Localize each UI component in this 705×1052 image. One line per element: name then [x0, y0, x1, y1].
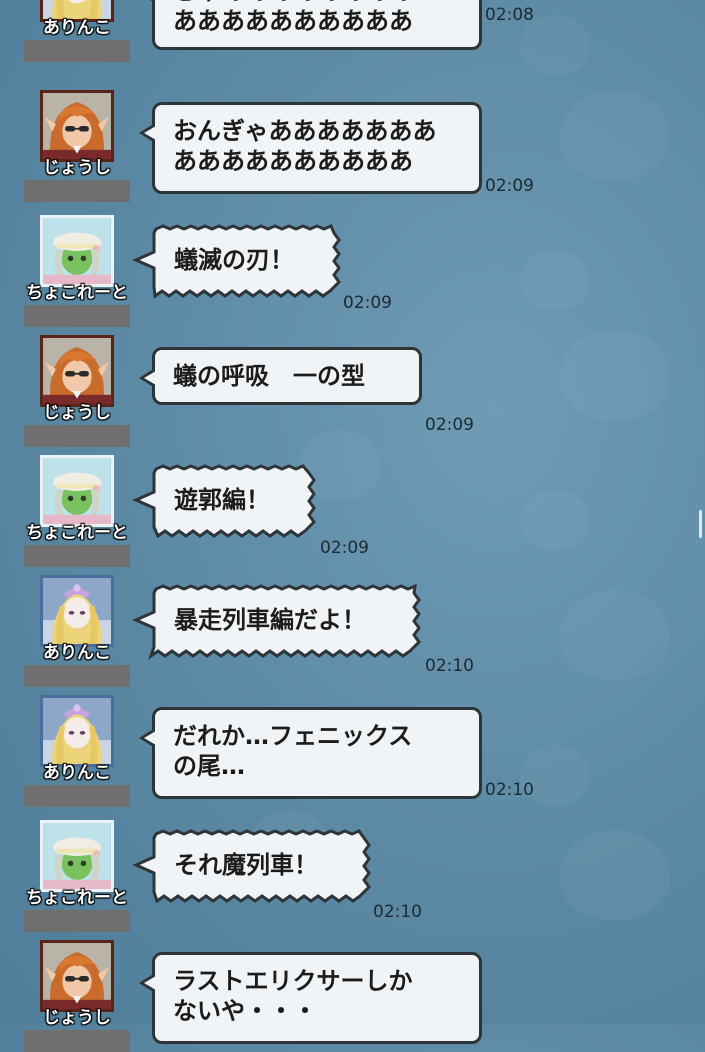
- message-text-line: ないや・・・: [173, 997, 317, 1025]
- chat-message-row: じょうし 蟻の呼吸 一の型 02:09: [0, 285, 705, 447]
- avatar-chocolate[interactable]: [40, 215, 114, 287]
- avatar-chocolate[interactable]: [40, 455, 114, 527]
- timestamp: 02:08: [485, 5, 534, 25]
- avatar-joushi[interactable]: [40, 90, 114, 162]
- message-text-line: 蟻の呼吸 一の型: [173, 362, 365, 390]
- message-text-line: 蟻滅の刃！: [174, 246, 294, 274]
- message-text-line: おんぎゃあああああああ: [173, 117, 437, 145]
- redacted-id: [24, 1030, 130, 1052]
- message-text-line: それ魔列車！: [174, 851, 318, 879]
- chat-message-row: じょうし おんぎゃあああああああ ああああああああああ 02:09: [0, 40, 705, 202]
- avatar-joushi[interactable]: [40, 335, 114, 407]
- sender-name: じょうし: [43, 1008, 111, 1028]
- sender-name: ありんこ: [43, 18, 111, 38]
- avatar-joushi[interactable]: [40, 940, 114, 1012]
- chat-message-row: じょうし ラストエリクサーしか ないや・・・: [0, 890, 705, 1052]
- message-bubble[interactable]: ラストエリクサーしか ないや・・・: [139, 952, 482, 1044]
- message-bubble[interactable]: 蟻の呼吸 一の型: [139, 347, 422, 405]
- chat-message-row: ちょこれーと それ魔列車！ 02:10: [0, 770, 705, 932]
- chat-message-row: ちょこれーと 蟻滅の刃！ 02:09: [0, 165, 705, 327]
- chat-message-row: ありんこ だれか…フェニックス の尾… 02:10: [0, 645, 705, 807]
- message-text-line: 暴走列車編だよ！: [174, 606, 366, 634]
- message-text-line: ラストエリクサーしか: [173, 967, 413, 995]
- avatar-chocolate[interactable]: [40, 820, 114, 892]
- chat-message-row: ちょこれーと 遊郭編！ 02:09: [0, 405, 705, 567]
- message-text-line: だれか…フェニックス: [173, 722, 413, 750]
- avatar-arinko[interactable]: [40, 575, 114, 647]
- avatar-arinko[interactable]: [40, 695, 114, 767]
- message-text-line: ああああああああああ: [173, 7, 413, 35]
- scroll-indicator[interactable]: [699, 510, 702, 538]
- message-text-line: 遊郭編！: [174, 486, 270, 514]
- chat-message-row: ありんこ 暴走列車編だよ！ 02:10: [0, 525, 705, 687]
